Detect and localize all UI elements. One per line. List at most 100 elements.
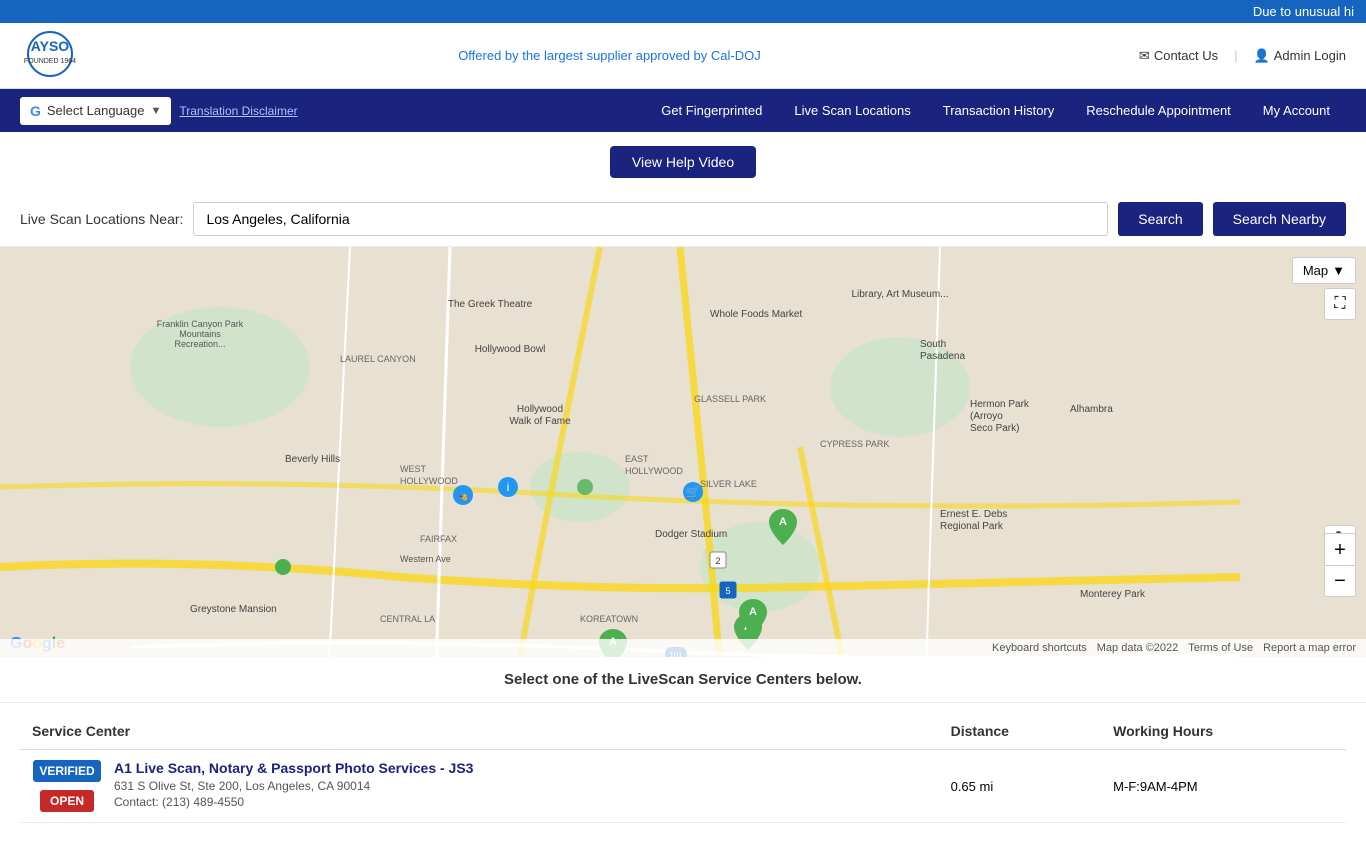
search-section: Live Scan Locations Near: Search Search …	[0, 192, 1366, 247]
svg-text:EAST: EAST	[625, 454, 649, 464]
svg-text:5: 5	[725, 586, 730, 596]
terms-link[interactable]: Terms of Use	[1188, 642, 1253, 654]
contact-us-link[interactable]: ✉ Contact Us	[1139, 48, 1218, 64]
svg-text:A: A	[749, 606, 757, 618]
nav-item-transaction-history[interactable]: Transaction History	[927, 89, 1071, 132]
select-instruction: Select one of the LiveScan Service Cente…	[0, 657, 1366, 703]
distance-cell: 0.65 mi	[939, 750, 1102, 823]
svg-text:HOLLYWOOD: HOLLYWOOD	[400, 476, 458, 486]
zoom-in-button[interactable]: +	[1324, 533, 1356, 565]
help-video-button[interactable]: View Help Video	[610, 146, 756, 178]
admin-login-label: Admin Login	[1274, 48, 1346, 63]
results-section: Service Center Distance Working Hours VE…	[0, 713, 1366, 843]
nav-items: Get Fingerprinted Live Scan Locations Tr…	[645, 89, 1346, 132]
svg-text:Dodger Stadium: Dodger Stadium	[655, 529, 727, 540]
announcement-text: Due to unusual hi	[1253, 4, 1354, 19]
service-info: A1 Live Scan, Notary & Passport Photo Se…	[114, 760, 473, 809]
svg-text:SILVER LAKE: SILVER LAKE	[700, 479, 757, 489]
header: AYSO FOUNDED 1964 Offered by the largest…	[0, 23, 1366, 89]
zoom-out-button[interactable]: −	[1324, 565, 1356, 597]
svg-text:Whole Foods Market: Whole Foods Market	[710, 309, 802, 320]
svg-text:Hollywood: Hollywood	[517, 404, 563, 415]
col-header-service-center: Service Center	[20, 713, 939, 750]
language-selector[interactable]: G Select Language ▼	[20, 97, 171, 125]
svg-text:Pasadena: Pasadena	[920, 351, 965, 362]
nav-item-reschedule-appointment[interactable]: Reschedule Appointment	[1070, 89, 1247, 132]
nav-label-get-fingerprinted: Get Fingerprinted	[661, 103, 762, 118]
nav-item-get-fingerprinted[interactable]: Get Fingerprinted	[645, 89, 778, 132]
navbar: G Select Language ▼ Translation Disclaim…	[0, 89, 1366, 132]
email-icon: ✉	[1139, 48, 1150, 64]
logo-svg: AYSO FOUNDED 1964	[20, 29, 80, 79]
svg-text:KOREATOWN: KOREATOWN	[580, 614, 638, 624]
open-badge: OPEN	[40, 790, 94, 812]
google-g-icon: G	[30, 103, 41, 119]
verified-badge: VERIFIED	[33, 760, 100, 782]
svg-text:Monterey Park: Monterey Park	[1080, 589, 1146, 600]
translation-disclaimer-link[interactable]: Translation Disclaimer	[179, 104, 297, 118]
svg-text:Ernest E. Debs: Ernest E. Debs	[940, 509, 1007, 520]
map-footer: Keyboard shortcuts Map data ©2022 Terms …	[0, 639, 1366, 657]
chevron-down-icon: ▼	[1332, 263, 1345, 278]
svg-text:Franklin Canyon Park: Franklin Canyon Park	[157, 319, 244, 329]
service-name: A1 Live Scan, Notary & Passport Photo Se…	[114, 760, 473, 776]
results-table: Service Center Distance Working Hours VE…	[20, 713, 1346, 823]
svg-text:A: A	[779, 516, 787, 528]
map-svg: Franklin Canyon Park Mountains Recreatio…	[0, 247, 1366, 657]
header-tagline: Offered by the largest supplier approved…	[80, 48, 1139, 63]
nav-label-my-account: My Account	[1263, 103, 1330, 118]
svg-text:i: i	[507, 480, 510, 494]
table-row[interactable]: VERIFIED OPEN A1 Live Scan, Notary & Pas…	[20, 750, 1346, 823]
nav-item-my-account[interactable]: My Account	[1247, 89, 1346, 132]
nav-label-reschedule-appointment: Reschedule Appointment	[1086, 103, 1231, 118]
search-label: Live Scan Locations Near:	[20, 211, 183, 227]
map-type-button[interactable]: Map ▼	[1292, 257, 1356, 284]
language-label: Select Language	[47, 103, 145, 118]
svg-text:Seco Park): Seco Park)	[970, 423, 1019, 434]
svg-text:Greystone Mansion: Greystone Mansion	[190, 604, 277, 615]
contact-us-label: Contact Us	[1154, 48, 1218, 63]
map-container: Franklin Canyon Park Mountains Recreatio…	[0, 247, 1366, 657]
svg-text:Regional Park: Regional Park	[940, 521, 1004, 532]
admin-login-link[interactable]: 👤 Admin Login	[1254, 48, 1346, 64]
fullscreen-icon: ⛶	[1334, 295, 1345, 313]
svg-text:Hermon Park: Hermon Park	[970, 399, 1030, 410]
col-header-working-hours: Working Hours	[1101, 713, 1346, 750]
nav-item-live-scan-locations[interactable]: Live Scan Locations	[778, 89, 926, 132]
svg-text:Hollywood Bowl: Hollywood Bowl	[475, 344, 546, 355]
svg-text:(Arroyo: (Arroyo	[970, 411, 1003, 422]
logo: AYSO FOUNDED 1964	[20, 29, 80, 82]
col-header-distance: Distance	[939, 713, 1102, 750]
hours-cell: M-F:9AM-4PM	[1101, 750, 1346, 823]
nav-label-transaction-history: Transaction History	[943, 103, 1055, 118]
svg-text:Beverly Hills: Beverly Hills	[285, 454, 340, 465]
header-divider: |	[1234, 48, 1237, 63]
keyboard-shortcuts-link[interactable]: Keyboard shortcuts	[992, 642, 1087, 654]
search-button[interactable]: Search	[1118, 202, 1202, 236]
svg-text:South: South	[920, 339, 946, 350]
announcement-bar: Due to unusual hi	[0, 0, 1366, 23]
person-icon: 👤	[1254, 48, 1270, 64]
service-address: 631 S Olive St, Ste 200, Los Angeles, CA…	[114, 779, 473, 793]
map-type-label: Map	[1303, 263, 1328, 278]
svg-text:Library, Art Museum...: Library, Art Museum...	[851, 289, 948, 300]
nav-label-live-scan-locations: Live Scan Locations	[794, 103, 910, 118]
report-map-error-link[interactable]: Report a map error	[1263, 642, 1356, 654]
fullscreen-button[interactable]: ⛶	[1324, 288, 1356, 320]
chevron-down-icon: ▼	[150, 105, 161, 117]
svg-text:Alhambra: Alhambra	[1070, 404, 1113, 415]
service-contact: Contact: (213) 489-4550	[114, 795, 473, 809]
svg-text:Walk of Fame: Walk of Fame	[509, 416, 571, 427]
header-right: ✉ Contact Us | 👤 Admin Login	[1139, 48, 1346, 64]
location-input[interactable]	[193, 202, 1108, 236]
svg-text:Mountains: Mountains	[179, 329, 221, 339]
svg-text:Recreation...: Recreation...	[174, 339, 225, 349]
search-nearby-button[interactable]: Search Nearby	[1213, 202, 1346, 236]
svg-text:GLASSELL PARK: GLASSELL PARK	[694, 394, 766, 404]
svg-text:🛒: 🛒	[686, 485, 701, 499]
svg-text:FAIRFAX: FAIRFAX	[420, 534, 457, 544]
header-center: Offered by the largest supplier approved…	[80, 48, 1139, 63]
svg-text:2: 2	[715, 556, 720, 566]
svg-text:AYSO: AYSO	[31, 38, 70, 54]
svg-text:CENTRAL LA: CENTRAL LA	[380, 614, 435, 624]
